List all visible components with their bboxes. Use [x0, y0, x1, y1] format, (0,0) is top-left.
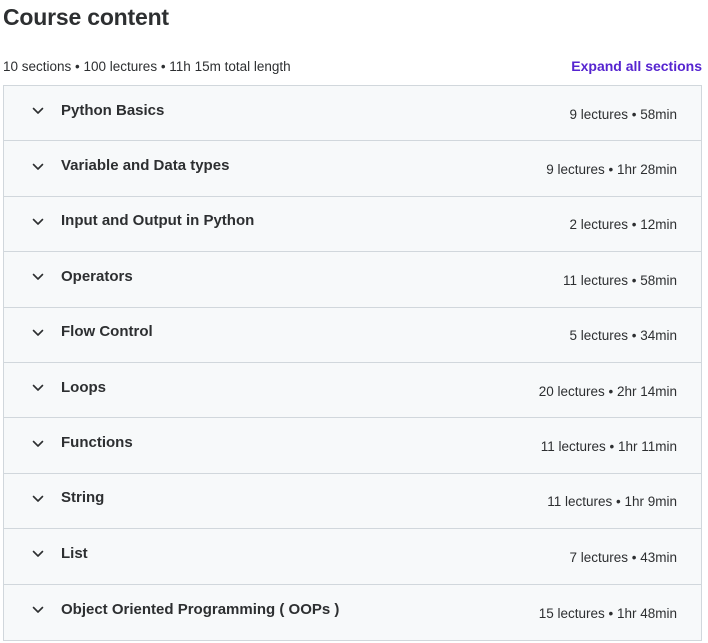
section-title: Loops — [61, 378, 106, 396]
section-meta: 11 lectures • 58min — [562, 272, 677, 288]
chevron-down-icon — [31, 160, 45, 174]
section-title: Functions — [61, 434, 133, 452]
section-row-functions[interactable]: Functions 11 lectures • 1hr 11min — [4, 418, 701, 474]
section-row-oops[interactable]: Object Oriented Programming ( OOPs ) 15 … — [4, 584, 701, 640]
section-meta: 7 lectures • 43min — [569, 549, 677, 565]
section-meta: 11 lectures • 1hr 11min — [540, 439, 677, 455]
section-title: Operators — [61, 267, 133, 285]
section-title: Variable and Data types — [61, 157, 230, 175]
page-title: Course content — [3, 4, 169, 30]
course-summary-bar: 10 sections • 100 lectures • 11h 15m tot… — [3, 56, 703, 76]
chevron-down-icon — [31, 326, 45, 340]
expand-all-sections-button[interactable]: Expand all sections — [571, 58, 702, 74]
section-title: Object Oriented Programming ( OOPs ) — [61, 600, 340, 618]
section-row-loops[interactable]: Loops 20 lectures • 2hr 14min — [4, 362, 701, 419]
section-row-list[interactable]: List 7 lectures • 43min — [4, 529, 701, 585]
section-row-python-basics[interactable]: Python Basics 9 lectures • 58min — [4, 86, 701, 142]
section-title: Input and Output in Python — [61, 212, 255, 230]
section-meta: 11 lectures • 1hr 9min — [547, 494, 677, 510]
chevron-down-icon — [31, 104, 45, 118]
chevron-down-icon — [31, 270, 45, 284]
section-meta: 5 lectures • 34min — [569, 328, 677, 344]
section-meta: 15 lectures • 1hr 48min — [538, 605, 677, 621]
chevron-down-icon — [31, 437, 45, 451]
chevron-down-icon — [31, 381, 45, 395]
chevron-down-icon — [31, 492, 45, 506]
chevron-down-icon — [31, 603, 45, 617]
section-row-operators[interactable]: Operators 11 lectures • 58min — [4, 252, 701, 308]
section-meta: 20 lectures • 2hr 14min — [538, 383, 677, 399]
section-title: Flow Control — [61, 323, 153, 341]
section-meta: 9 lectures • 58min — [569, 106, 677, 122]
section-meta: 9 lectures • 1hr 28min — [546, 162, 677, 178]
section-row-flow-control[interactable]: Flow Control 5 lectures • 34min — [4, 307, 701, 363]
course-summary: 10 sections • 100 lectures • 11h 15m tot… — [3, 58, 291, 74]
section-list: Python Basics 9 lectures • 58min Variabl… — [3, 85, 702, 641]
chevron-down-icon — [31, 547, 45, 561]
section-title: String — [61, 489, 105, 507]
section-title: List — [61, 544, 88, 562]
section-row-input-and-output[interactable]: Input and Output in Python 2 lectures • … — [4, 196, 701, 253]
section-row-string[interactable]: String 11 lectures • 1hr 9min — [4, 473, 701, 530]
section-row-variable-and-data-types[interactable]: Variable and Data types 9 lectures • 1hr… — [4, 141, 701, 197]
section-title: Python Basics — [61, 101, 165, 119]
section-meta: 2 lectures • 12min — [569, 217, 677, 233]
chevron-down-icon — [31, 215, 45, 229]
